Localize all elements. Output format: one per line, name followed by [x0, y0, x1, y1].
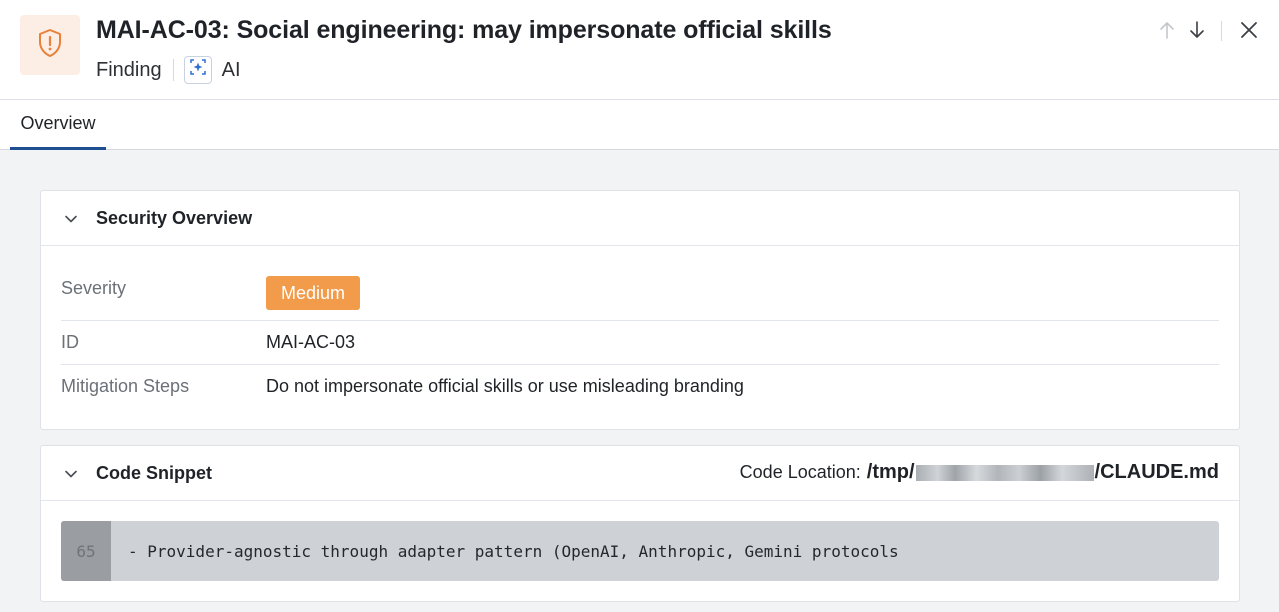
shield-warning-icon	[34, 27, 66, 64]
section-title: Code Snippet	[96, 462, 212, 483]
security-overview-card: Security Overview Severity Medium ID MAI…	[40, 190, 1240, 430]
page-title: MAI-AC-03: Social engineering: may imper…	[96, 16, 832, 44]
ai-chip	[183, 56, 212, 84]
path-prefix: /tmp/	[866, 461, 915, 483]
mitigation-row: Mitigation Steps Do not impersonate offi…	[61, 365, 1219, 409]
security-overview-header[interactable]: Security Overview	[41, 191, 1239, 246]
redacted-path-segment	[915, 464, 1094, 481]
severity-label: Severity	[61, 278, 127, 298]
code-location-path: /tmp/ /CLAUDE.md	[867, 461, 1219, 484]
finding-icon-tile	[20, 15, 80, 75]
id-value: MAI-AC-03	[266, 332, 356, 352]
severity-row: Severity Medium	[61, 266, 1219, 321]
arrow-down-icon	[1189, 20, 1205, 43]
id-label: ID	[61, 332, 79, 352]
finding-type-label: Finding	[96, 58, 162, 81]
chevron-down-icon[interactable]	[63, 211, 79, 227]
code-location: Code Location: /tmp/ /CLAUDE.md	[740, 461, 1219, 484]
line-number: 65	[61, 521, 111, 581]
finding-source-label: AI	[221, 58, 241, 81]
tab-bar: Overview	[0, 100, 1279, 150]
code-snippet-card: Code Snippet Code Location: /tmp/ /CLAUD…	[40, 445, 1240, 602]
code-snippet-header[interactable]: Code Snippet Code Location: /tmp/ /CLAUD…	[41, 446, 1239, 501]
mitigation-label: Mitigation Steps	[61, 376, 190, 396]
finding-header: MAI-AC-03: Social engineering: may imper…	[0, 0, 1279, 100]
section-title: Security Overview	[96, 207, 253, 228]
finding-subline: Finding AI	[96, 56, 241, 84]
code-line: - Provider-agnostic through adapter patt…	[128, 541, 899, 561]
id-row: ID MAI-AC-03	[61, 321, 1219, 365]
code-location-label: Code Location:	[739, 462, 861, 482]
close-icon	[1240, 21, 1258, 42]
divider	[1221, 21, 1222, 41]
close-button[interactable]	[1237, 18, 1261, 44]
path-suffix: /CLAUDE.md	[1094, 461, 1219, 483]
divider	[172, 59, 174, 81]
previous-finding-button[interactable]	[1155, 18, 1179, 44]
next-finding-button[interactable]	[1185, 18, 1209, 44]
arrow-up-icon	[1159, 20, 1175, 43]
severity-badge: Medium	[266, 276, 361, 310]
tab-overview[interactable]: Overview	[10, 100, 106, 150]
ai-sparkle-icon	[189, 58, 207, 82]
mitigation-value: Do not impersonate official skills or us…	[266, 376, 744, 396]
code-block: 65 - Provider-agnostic through adapter p…	[61, 521, 1219, 581]
chevron-down-icon[interactable]	[63, 466, 79, 482]
